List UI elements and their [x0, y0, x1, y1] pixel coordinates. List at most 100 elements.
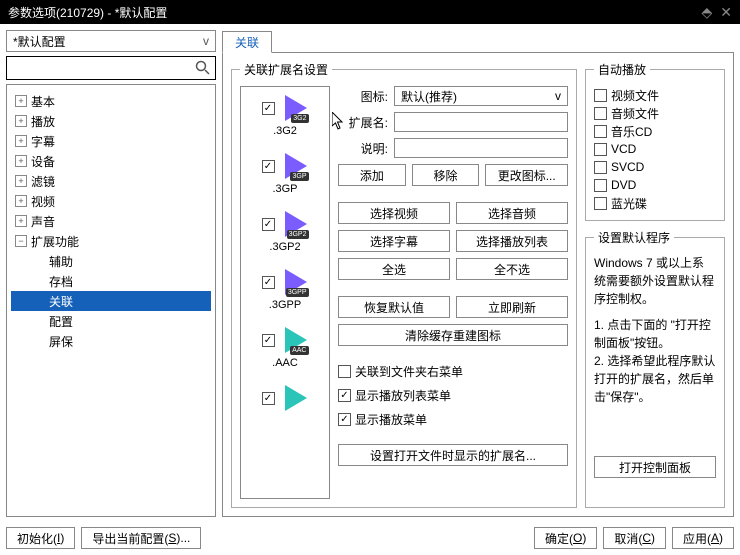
tree-toggle-icon[interactable]: + — [15, 195, 27, 207]
tree-item[interactable]: +辅助 — [11, 251, 211, 271]
checkbox-icon[interactable] — [262, 102, 275, 115]
select-subtitle-button[interactable]: 选择字幕 — [338, 230, 450, 252]
autoplay-checkbox[interactable]: 音频文件 — [594, 104, 716, 122]
tree-toggle-icon[interactable]: + — [15, 115, 27, 127]
tree-item[interactable]: +声音 — [11, 211, 211, 231]
autoplay-checkbox[interactable]: 音乐CD — [594, 122, 716, 140]
autoplay-checkbox[interactable]: VCD — [594, 140, 716, 158]
init-button[interactable]: 初始化(I) — [6, 527, 75, 549]
remove-button[interactable]: 移除 — [412, 164, 480, 186]
select-none-button[interactable]: 全不选 — [456, 258, 568, 280]
autoplay-checkbox[interactable]: 视频文件 — [594, 86, 716, 104]
settings-tree: +基本+播放+字幕+设备+滤镜+视频+声音−扩展功能+辅助+存档+关联+配置+屏… — [6, 84, 216, 517]
tree-item-label: 存档 — [49, 273, 73, 290]
autoplay-label: 视频文件 — [611, 87, 659, 104]
play-icon: AAC — [279, 325, 309, 355]
add-button[interactable]: 添加 — [338, 164, 406, 186]
tree-item[interactable]: −扩展功能 — [11, 231, 211, 251]
tree-item[interactable]: + 播放 — [11, 111, 211, 131]
autoplay-label: 音乐CD — [611, 123, 652, 140]
checkbox-icon[interactable] — [262, 276, 275, 289]
play-icon: 3GP — [279, 151, 309, 181]
tree-toggle-icon[interactable]: + — [15, 215, 27, 227]
icon-select[interactable]: 默认(推荐) v — [394, 86, 568, 106]
select-all-button[interactable]: 全选 — [338, 258, 450, 280]
tree-item[interactable]: + 视频 — [11, 191, 211, 211]
context-menu-checkbox[interactable]: 关联到文件夹右菜单 — [338, 362, 568, 380]
tree-item[interactable]: + 基本 — [11, 91, 211, 111]
close-icon[interactable]: ✕ — [720, 4, 732, 21]
defprog-text3: 2. 选择希望此程序默认打开的扩展名，然后单击"保存"。 — [594, 352, 716, 406]
ext-label: .3GPP — [269, 299, 301, 311]
open-control-panel-button[interactable]: 打开控制面板 — [594, 456, 716, 478]
tree-item[interactable]: +屏保 — [11, 331, 211, 351]
tree-item[interactable]: +关联 — [11, 291, 211, 311]
tree-item-label: 字幕 — [31, 133, 55, 150]
clear-cache-button[interactable]: 清除缓存重建图标 — [338, 324, 568, 346]
play-icon — [279, 383, 309, 413]
select-audio-button[interactable]: 选择音频 — [456, 202, 568, 224]
tree-item-label: 视频 — [31, 193, 55, 210]
select-video-button[interactable]: 选择视频 — [338, 202, 450, 224]
tree-toggle-icon[interactable]: − — [15, 235, 27, 247]
autoplay-label: SVCD — [611, 160, 644, 174]
extension-item[interactable]: 3GP2.3GP2 — [262, 209, 309, 253]
autoplay-checkbox[interactable]: DVD — [594, 176, 716, 194]
defprog-legend: 设置默认程序 — [594, 229, 674, 246]
play-icon: 3GPP — [279, 267, 309, 297]
desc-label: 说明: — [338, 140, 388, 157]
export-config-button[interactable]: 导出当前配置(S)... — [81, 527, 201, 549]
pin-icon[interactable]: ⬘ — [701, 4, 712, 21]
checkbox-icon[interactable] — [262, 160, 275, 173]
checkbox-icon[interactable] — [262, 334, 275, 347]
refresh-button[interactable]: 立即刷新 — [456, 296, 568, 318]
tabs: 关联 — [222, 30, 734, 52]
set-ext-display-button[interactable]: 设置打开文件时显示的扩展名... — [338, 444, 568, 466]
defprog-text2: 1. 点击下面的 "打开控制面板"按钮。 — [594, 316, 716, 352]
tree-toggle-icon[interactable]: + — [15, 95, 27, 107]
play-icon: 3GP2 — [279, 209, 309, 239]
autoplay-label: VCD — [611, 142, 636, 156]
checkbox-icon — [594, 143, 607, 156]
tree-item-label: 基本 — [31, 93, 55, 110]
ok-button[interactable]: 确定(O) — [534, 527, 597, 549]
tree-item[interactable]: +设备 — [11, 151, 211, 171]
chevron-down-icon: v — [555, 89, 561, 103]
extension-item[interactable]: 3G2.3G2 — [262, 93, 309, 137]
extension-input[interactable] — [394, 112, 568, 132]
tree-item[interactable]: +存档 — [11, 271, 211, 291]
change-icon-button[interactable]: 更改图标... — [485, 164, 568, 186]
description-input[interactable] — [394, 138, 568, 158]
search-icon[interactable] — [195, 60, 211, 76]
search-box[interactable] — [6, 56, 216, 80]
search-input[interactable] — [11, 58, 195, 78]
extension-item[interactable]: 3GPP .3GPP — [262, 267, 309, 311]
apply-button[interactable]: 应用(A) — [672, 527, 734, 549]
autoplay-checkbox[interactable]: SVCD — [594, 158, 716, 176]
show-play-menu-checkbox[interactable]: 显示播放菜单 — [338, 410, 568, 428]
config-select[interactable]: *默认配置 v — [6, 30, 216, 52]
tree-item-label: 扩展功能 — [31, 233, 79, 250]
tree-toggle-icon[interactable]: + — [15, 135, 27, 147]
tree-item[interactable]: +滤镜 — [11, 171, 211, 191]
cancel-button[interactable]: 取消(C) — [603, 527, 666, 549]
tab-association[interactable]: 关联 — [222, 31, 272, 53]
tree-toggle-icon[interactable]: + — [15, 155, 27, 167]
autoplay-label: 音频文件 — [611, 105, 659, 122]
tree-item-label: 播放 — [31, 113, 55, 130]
extension-item[interactable]: AAC.AAC — [262, 325, 309, 369]
tree-toggle-icon[interactable]: + — [15, 175, 27, 187]
tree-item-label: 屏保 — [49, 333, 73, 350]
tree-item[interactable]: + 字幕 — [11, 131, 211, 151]
autoplay-checkbox[interactable]: 蓝光碟 — [594, 194, 716, 212]
autoplay-label: DVD — [611, 178, 636, 192]
restore-default-button[interactable]: 恢复默认值 — [338, 296, 450, 318]
show-playlist-menu-checkbox[interactable]: 显示播放列表菜单 — [338, 386, 568, 404]
extension-list[interactable]: 3G2.3G2 3GP.3GP 3GP2.3GP2 3GPP .3GPP AAC.AAC — [240, 86, 330, 499]
checkbox-icon[interactable] — [262, 392, 275, 405]
select-playlist-button[interactable]: 选择播放列表 — [456, 230, 568, 252]
tree-item[interactable]: +配置 — [11, 311, 211, 331]
checkbox-icon[interactable] — [262, 218, 275, 231]
play-icon: 3G2 — [279, 93, 309, 123]
extension-item[interactable]: 3GP.3GP — [262, 151, 309, 195]
